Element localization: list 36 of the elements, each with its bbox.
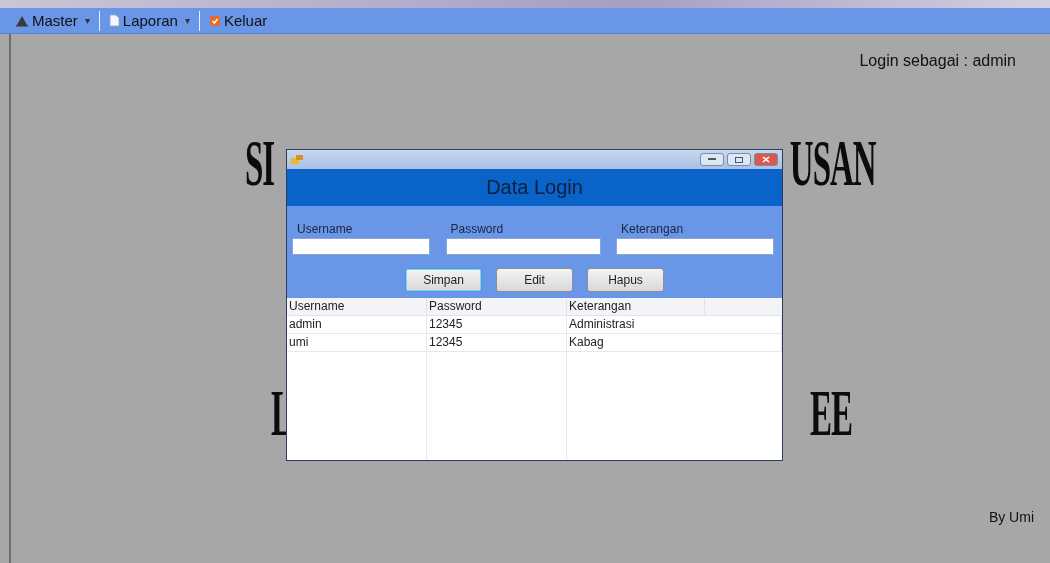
title-text: USAN — [790, 132, 876, 194]
field-label: Username — [296, 222, 354, 236]
close-icon — [762, 156, 770, 163]
table-cell: admin — [287, 316, 427, 334]
field-label: Password — [449, 222, 505, 236]
title-text: SI — [245, 132, 275, 194]
table-cell: Administrasi — [567, 316, 782, 334]
menu-item[interactable]: Laporan ▾ — [105, 12, 193, 29]
input-field[interactable] — [292, 238, 430, 255]
minimize-button[interactable] — [700, 153, 724, 166]
menu-item[interactable]: Master ▾ — [12, 12, 93, 29]
minimize-icon — [708, 158, 716, 161]
close-button[interactable] — [754, 153, 778, 166]
triangle-icon — [15, 14, 29, 27]
title-text: EE — [810, 382, 852, 444]
document-icon — [108, 14, 120, 27]
maximize-icon — [735, 156, 743, 163]
input-field[interactable] — [616, 238, 774, 255]
login-status: Login sebagai : admin — [859, 52, 1016, 70]
table-cell: Kabag — [567, 334, 782, 352]
column-header[interactable]: Password — [427, 298, 567, 316]
table-cell: umi — [287, 334, 427, 352]
column-header[interactable]: Keterangan — [567, 298, 705, 316]
column-header[interactable]: Username — [287, 298, 427, 316]
form-button[interactable]: Hapus — [587, 268, 664, 292]
menu-item[interactable]: Keluar — [205, 12, 271, 29]
form-button[interactable]: Edit — [496, 268, 573, 292]
maximize-button[interactable] — [727, 153, 751, 166]
table-cell: 12345 — [427, 316, 567, 334]
table-cell: 12345 — [427, 334, 567, 352]
credit-text: By Umi — [988, 509, 1034, 525]
app-icon — [291, 154, 303, 165]
input-field[interactable] — [445, 238, 601, 255]
field-label: Keterangan — [620, 222, 685, 236]
form-button[interactable]: Simpan — [405, 268, 482, 292]
dialog-header: Data Login — [287, 169, 782, 206]
